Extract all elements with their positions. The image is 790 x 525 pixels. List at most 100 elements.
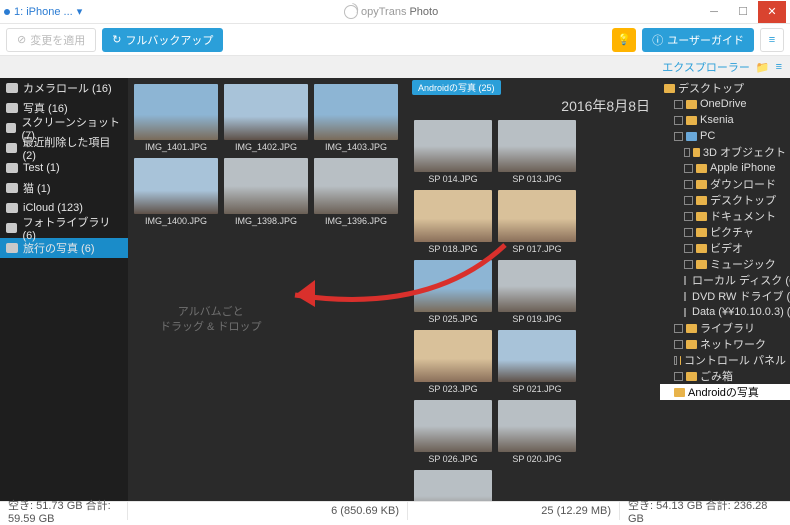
checkbox[interactable]	[684, 260, 693, 269]
tree-row[interactable]: ドキュメント	[660, 208, 790, 224]
checkbox[interactable]	[674, 340, 683, 349]
thumbnail[interactable]: SP 025.JPG	[414, 260, 492, 324]
checkbox[interactable]	[684, 164, 693, 173]
tree-label: ミュージック	[710, 256, 776, 272]
checkbox[interactable]	[684, 292, 686, 301]
tree-row[interactable]: コントロール パネル	[660, 352, 790, 368]
tree-row[interactable]: 3D オブジェクト	[660, 144, 790, 160]
mid-panel[interactable]: Androidの写真 (25) 2016年8月8日SP 014.JPGSP 01…	[408, 78, 660, 501]
minimize-button[interactable]: ─	[700, 1, 728, 23]
thumbnail[interactable]: SP 022.JPG	[414, 470, 492, 501]
tree-row[interactable]: Apple iPhone	[660, 160, 790, 176]
device-selector[interactable]: 1: iPhone ... ▾	[4, 5, 82, 18]
thumbnail[interactable]: SP 026.JPG	[414, 400, 492, 464]
sidebar-item[interactable]: 最近削除した項目 (2)	[0, 138, 128, 158]
tree-row[interactable]: ライブラリ	[660, 320, 790, 336]
sidebar-item[interactable]: 猫 (1)	[0, 178, 128, 198]
toolbar: ⊘ 変更を適用 ↻ フルバックアップ 💡 ⓘ ユーザーガイド ≡	[0, 24, 790, 56]
folder-icon	[686, 132, 697, 141]
tree-row[interactable]: ピクチャ	[660, 224, 790, 240]
status-left-sel: 6 (850.69 KB)	[128, 502, 408, 520]
tree-row[interactable]: Data (¥¥10.10.0.3) (Z:)	[660, 304, 790, 320]
tree-row[interactable]: ミュージック	[660, 256, 790, 272]
tree-label: ドキュメント	[710, 208, 776, 224]
tree-row[interactable]: Androidの写真	[660, 384, 790, 400]
album-sidebar[interactable]: カメラロール (16)写真 (16)スクリーンショット (7)最近削除した項目 …	[0, 78, 128, 501]
checkbox[interactable]	[684, 212, 693, 221]
left-thumbnail-grid[interactable]: IMG_1401.JPGIMG_1402.JPGIMG_1403.JPGIMG_…	[128, 78, 408, 501]
tree-row[interactable]: デスクトップ	[660, 192, 790, 208]
close-button[interactable]: ✕	[758, 1, 786, 23]
tree-row[interactable]: ローカル ディスク (C:)	[660, 272, 790, 288]
checkbox[interactable]	[674, 100, 683, 109]
checkbox[interactable]	[684, 308, 686, 317]
tip-button[interactable]: 💡	[612, 28, 636, 52]
tree-row[interactable]: Ksenia	[660, 112, 790, 128]
thumbnail[interactable]: IMG_1402.JPG	[224, 84, 308, 152]
tree-row[interactable]: ビデオ	[660, 240, 790, 256]
refresh-icon: ↻	[112, 33, 121, 46]
thumbnail[interactable]: IMG_1396.JPG	[314, 158, 398, 226]
album-icon	[6, 103, 18, 113]
folder-tree[interactable]: デスクトップOneDriveKseniaPC3D オブジェクトApple iPh…	[660, 78, 790, 501]
sidebar-item[interactable]: フォトライブラリ (6)	[0, 218, 128, 238]
explorer-label[interactable]: エクスプローラー	[662, 59, 750, 75]
tree-label: Data (¥¥10.10.0.3) (Z:)	[692, 306, 790, 318]
sidebar-item-label: 最近削除した項目 (2)	[22, 134, 122, 162]
hamburger-icon: ≡	[769, 34, 775, 46]
folder-icon	[686, 372, 697, 381]
checkbox[interactable]	[674, 116, 683, 125]
thumbnail[interactable]: SP 014.JPG	[414, 120, 492, 184]
tree-label: Apple iPhone	[710, 162, 775, 174]
checkbox[interactable]	[684, 244, 693, 253]
thumbnail[interactable]: IMG_1401.JPG	[134, 84, 218, 152]
thumbnail-image	[498, 190, 576, 242]
sidebar-item-label: 旅行の写真 (6)	[23, 240, 95, 256]
thumbnail[interactable]: SP 017.JPG	[498, 190, 576, 254]
thumbnail[interactable]: IMG_1398.JPG	[224, 158, 308, 226]
checkbox[interactable]	[684, 180, 693, 189]
tree-row[interactable]: デスクトップ	[660, 80, 790, 96]
thumbnail[interactable]: SP 021.JPG	[498, 330, 576, 394]
tree-row[interactable]: ごみ箱	[660, 368, 790, 384]
thumbnail[interactable]: SP 023.JPG	[414, 330, 492, 394]
thumbnail[interactable]: SP 018.JPG	[414, 190, 492, 254]
thumbnail-caption: SP 018.JPG	[428, 244, 477, 254]
sidebar-item[interactable]: カメラロール (16)	[0, 78, 128, 98]
checkbox[interactable]	[674, 132, 683, 141]
source-tag[interactable]: Androidの写真 (25)	[412, 80, 501, 95]
album-icon	[6, 223, 17, 233]
folder-icon[interactable]: 📁	[756, 61, 770, 74]
thumbnail[interactable]: SP 013.JPG	[498, 120, 576, 184]
thumbnail-caption: SP 025.JPG	[428, 314, 477, 324]
menu-button[interactable]: ≡	[760, 28, 784, 52]
thumbnail[interactable]: SP 019.JPG	[498, 260, 576, 324]
thumbnail[interactable]: SP 020.JPG	[498, 400, 576, 464]
menu-icon[interactable]: ≡	[776, 61, 782, 73]
tree-row[interactable]: ダウンロード	[660, 176, 790, 192]
tree-label: ネットワーク	[700, 336, 766, 352]
sidebar-item-label: カメラロール (16)	[23, 80, 112, 96]
album-icon	[6, 143, 17, 153]
tree-row[interactable]: DVD RW ドライブ (D:)	[660, 288, 790, 304]
full-backup-button[interactable]: ↻ フルバックアップ	[102, 28, 223, 52]
checkbox[interactable]	[684, 276, 686, 285]
apply-changes-button[interactable]: ⊘ 変更を適用	[6, 28, 96, 52]
checkbox[interactable]	[674, 324, 683, 333]
checkbox[interactable]	[674, 356, 677, 365]
tree-row[interactable]: OneDrive	[660, 96, 790, 112]
thumbnail-image	[414, 330, 492, 382]
checkbox[interactable]	[674, 372, 683, 381]
thumbnail-caption: SP 014.JPG	[428, 174, 477, 184]
thumbnail[interactable]: IMG_1400.JPG	[134, 158, 218, 226]
thumbnail[interactable]: IMG_1403.JPG	[314, 84, 398, 152]
checkbox[interactable]	[684, 148, 690, 157]
checkbox[interactable]	[684, 196, 693, 205]
checkbox[interactable]	[684, 228, 693, 237]
maximize-button[interactable]: ☐	[729, 1, 757, 23]
tree-row[interactable]: PC	[660, 128, 790, 144]
thumbnail-image	[414, 400, 492, 452]
user-guide-button[interactable]: ⓘ ユーザーガイド	[642, 28, 754, 52]
tree-row[interactable]: ネットワーク	[660, 336, 790, 352]
tree-label: ごみ箱	[700, 368, 733, 384]
